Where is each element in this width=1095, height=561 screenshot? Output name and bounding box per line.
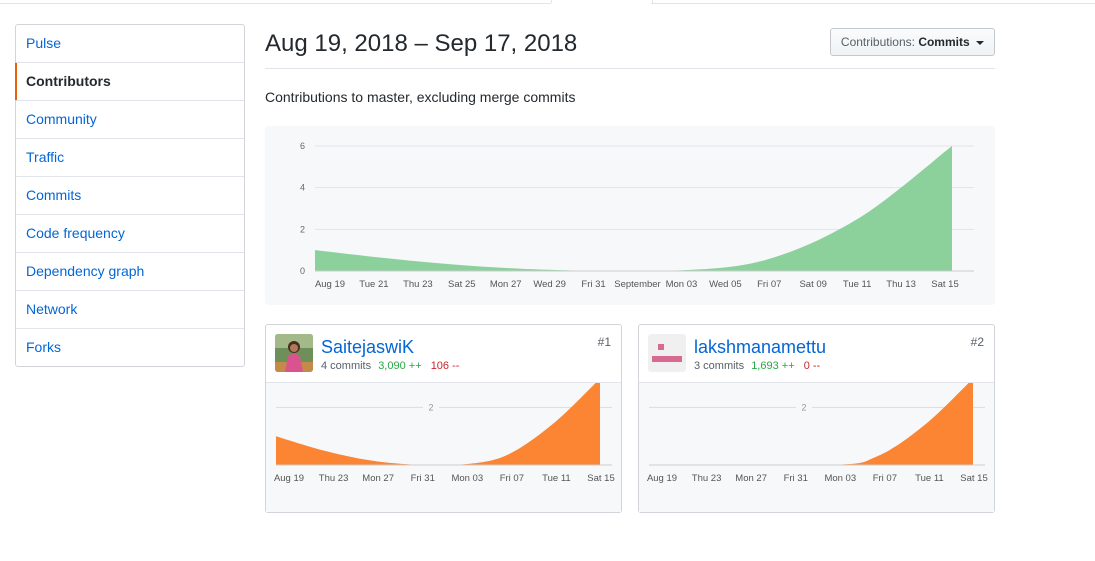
x-tick-label: Thu 23 bbox=[403, 279, 433, 290]
x-tick-label: Fri 31 bbox=[581, 279, 605, 290]
sidebar-item-dependency-graph[interactable]: Dependency graph bbox=[16, 253, 244, 291]
x-tick-label: Mon 27 bbox=[490, 279, 522, 290]
contributor-card-header: SaitejaswiK 4 commits 3,090 ++ 106 -- #1 bbox=[266, 325, 621, 383]
x-tick-label: Mon 27 bbox=[362, 473, 394, 484]
contributor-graph: 2 Aug 19 Thu 23 Mon 27 Fri 31 Mon 03 Fri 07 Tue… bbox=[639, 383, 994, 512]
graph-subtitle: Contributions to master, excluding merge… bbox=[265, 89, 576, 105]
x-tick-label: Sat 15 bbox=[960, 473, 987, 484]
contributor-card: lakshmanamettu 3 commits 1,693 ++ 0 -- #… bbox=[638, 324, 995, 513]
contributions-graph: 0 2 4 6 Aug 19 Tue 21 Thu 23 Sat 25 Mon 27 Wed 29… bbox=[265, 126, 995, 305]
avatar[interactable] bbox=[275, 334, 313, 372]
y-tick-label: 2 bbox=[801, 402, 806, 412]
x-tick-label: Fri 31 bbox=[411, 473, 435, 484]
sidebar-item-code-frequency[interactable]: Code frequency bbox=[16, 215, 244, 253]
x-tick-label: Tue 11 bbox=[542, 473, 571, 484]
x-tick-label: Fri 31 bbox=[784, 473, 808, 484]
x-tick-label: Thu 23 bbox=[692, 473, 722, 484]
x-tick-label: Tue 11 bbox=[915, 473, 944, 484]
top-tab-border bbox=[0, 0, 1095, 4]
contributor-rank: #1 bbox=[597, 335, 611, 349]
x-tick-label: Sat 15 bbox=[931, 279, 958, 290]
x-tick-label: Fri 07 bbox=[500, 473, 524, 484]
x-tick-label: September bbox=[614, 279, 660, 290]
x-tick-label: Sat 09 bbox=[799, 279, 826, 290]
deletions-count: 0 -- bbox=[803, 360, 821, 372]
x-tick-label: Sat 25 bbox=[448, 279, 475, 290]
date-range-title: Aug 19, 2018 – Sep 17, 2018 bbox=[265, 30, 578, 57]
commit-count[interactable]: 4 commits bbox=[321, 360, 371, 372]
contributions-type-dropdown[interactable]: Contributions: Commits bbox=[829, 28, 995, 56]
x-tick-label: Thu 23 bbox=[319, 473, 349, 484]
x-tick-label: Thu 13 bbox=[886, 279, 916, 290]
contributor-graph-svg: 2 Aug 19 Thu 23 Mon 27 Fri 31 Mon 03 Fri 07 Tue… bbox=[274, 383, 615, 484]
contributor-name-link[interactable]: lakshmanamettu bbox=[694, 337, 826, 358]
x-tick-label: Aug 19 bbox=[315, 279, 345, 290]
additions-count: 1,693 ++ bbox=[751, 360, 795, 372]
x-tick-label: Tue 11 bbox=[843, 279, 872, 290]
x-tick-label: Fri 07 bbox=[757, 279, 781, 290]
sidebar-item-commits[interactable]: Commits bbox=[16, 177, 244, 215]
contributor-graph-svg: 2 Aug 19 Thu 23 Mon 27 Fri 31 Mon 03 Fri 07 Tue… bbox=[647, 383, 988, 484]
x-tick-label: Tue 21 bbox=[359, 279, 388, 290]
x-tick-label: Mon 03 bbox=[666, 279, 698, 290]
y-tick-label: 0 bbox=[300, 266, 305, 276]
dropdown-prefix: Contributions: bbox=[840, 35, 915, 49]
sidebar-item-forks[interactable]: Forks bbox=[16, 329, 244, 366]
sidebar-item-community[interactable]: Community bbox=[16, 101, 244, 139]
y-tick-label: 2 bbox=[428, 402, 433, 412]
x-tick-label: Fri 07 bbox=[873, 473, 897, 484]
x-tick-label: Mon 03 bbox=[451, 473, 483, 484]
contributor-stats: 4 commits 3,090 ++ 106 -- bbox=[321, 360, 459, 372]
contributor-graph: 2 Aug 19 Thu 23 Mon 27 Fri 31 Mon 03 Fri 07 Tue… bbox=[266, 383, 621, 512]
x-tick-label: Wed 29 bbox=[533, 279, 566, 290]
x-tick-label: Aug 19 bbox=[647, 473, 677, 484]
x-tick-label: Wed 05 bbox=[709, 279, 742, 290]
x-tick-label: Mon 03 bbox=[824, 473, 856, 484]
y-tick-label: 6 bbox=[300, 141, 305, 151]
y-tick-label: 2 bbox=[300, 224, 305, 234]
sidebar-item-network[interactable]: Network bbox=[16, 291, 244, 329]
page-header: Aug 19, 2018 – Sep 17, 2018 Contribution… bbox=[265, 24, 995, 69]
sidebar-item-contributors[interactable]: Contributors bbox=[15, 63, 244, 101]
dropdown-value: Commits bbox=[918, 35, 970, 49]
contributor-card-header: lakshmanamettu 3 commits 1,693 ++ 0 -- #… bbox=[639, 325, 994, 383]
commit-count[interactable]: 3 commits bbox=[694, 360, 744, 372]
x-tick-label: Sat 15 bbox=[587, 473, 614, 484]
deletions-count: 106 -- bbox=[430, 360, 460, 372]
contributor-card: SaitejaswiK 4 commits 3,090 ++ 106 -- #1… bbox=[265, 324, 622, 513]
insights-sidebar: Pulse Contributors Community Traffic Com… bbox=[15, 24, 245, 367]
caret-down-icon bbox=[976, 40, 984, 45]
x-tick-label: Mon 27 bbox=[735, 473, 767, 484]
contributions-graph-svg: 0 2 4 6 Aug 19 Tue 21 Thu 23 Sat 25 Mon 27 Wed 29… bbox=[300, 141, 974, 290]
area-series bbox=[315, 146, 952, 271]
contributor-rank: #2 bbox=[970, 335, 984, 349]
x-tick-label: Aug 19 bbox=[274, 473, 304, 484]
avatar[interactable] bbox=[648, 334, 686, 372]
sidebar-item-traffic[interactable]: Traffic bbox=[16, 139, 244, 177]
y-tick-label: 4 bbox=[300, 183, 305, 193]
contributor-stats: 3 commits 1,693 ++ 0 -- bbox=[694, 360, 820, 372]
area-series bbox=[649, 383, 973, 465]
area-series bbox=[276, 383, 600, 465]
additions-count: 3,090 ++ bbox=[378, 360, 422, 372]
contributor-name-link[interactable]: SaitejaswiK bbox=[321, 337, 414, 358]
sidebar-item-pulse[interactable]: Pulse bbox=[16, 25, 244, 63]
